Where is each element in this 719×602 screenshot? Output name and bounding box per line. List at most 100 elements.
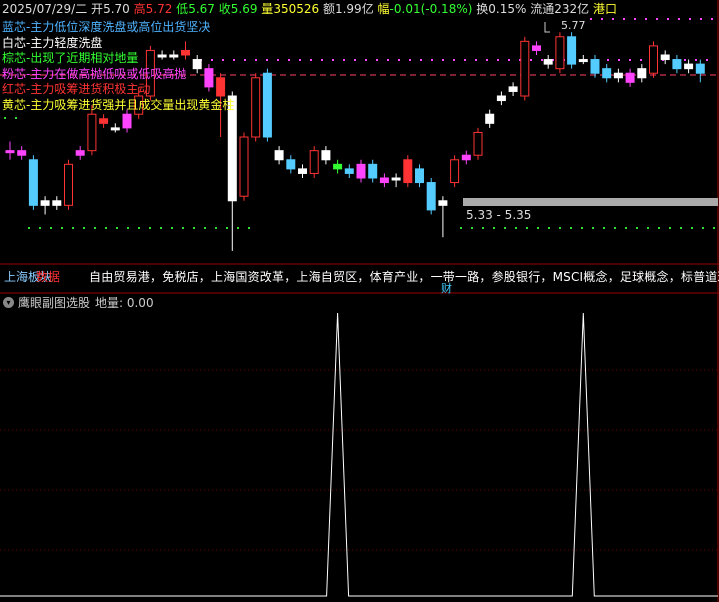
float-label: 流通	[530, 2, 555, 16]
signal-dot	[607, 59, 609, 61]
candle	[684, 59, 694, 74]
signal-dot	[706, 59, 708, 61]
candle-body	[110, 127, 120, 131]
candle	[251, 73, 261, 142]
candle	[40, 196, 50, 215]
signal-dot	[15, 117, 17, 119]
signal-dot	[486, 59, 488, 61]
signal-dot	[634, 18, 636, 20]
signal-dot	[667, 18, 669, 20]
candle	[613, 68, 623, 83]
signal-dot	[592, 227, 594, 229]
candle-body	[660, 54, 670, 61]
candle-body	[344, 168, 354, 174]
subchart-value: 地量: 0.00	[95, 296, 154, 310]
candle-body	[64, 163, 73, 206]
signal-dot	[237, 227, 239, 229]
candle-body	[578, 59, 588, 63]
quote-header: 2025/07/29/二 开5.70 高5.72 低5.67 收5.69 量35…	[2, 1, 617, 17]
candle	[438, 196, 448, 238]
candle	[567, 32, 577, 69]
signal-dot	[127, 227, 129, 229]
signal-dot	[702, 227, 704, 229]
candle-body	[473, 131, 483, 156]
signal-dot	[645, 18, 647, 20]
candle-body	[567, 36, 577, 65]
signal-dot	[288, 59, 290, 61]
signal-dot	[625, 227, 627, 229]
candle	[415, 164, 424, 188]
subchart-title[interactable]: 鹰眼副图选股	[18, 295, 90, 311]
candle-body	[239, 136, 249, 197]
candle-body	[450, 159, 460, 184]
signal-dot	[442, 59, 444, 61]
candle	[28, 155, 38, 210]
quote-date: 2025/07/29/二	[2, 2, 88, 16]
signal-dot	[629, 59, 631, 61]
candle-body	[391, 177, 401, 181]
signal-dot	[689, 18, 691, 20]
indicator-legend: 蓝芯-主力低位深度洗盘或高位出货坚决 白芯-主力轻度洗盘 棕芯-出现了近期相对地…	[2, 20, 234, 113]
candle-body	[333, 163, 343, 170]
candle	[602, 64, 612, 83]
amount-label: 额	[322, 2, 335, 16]
signal-dot	[559, 227, 561, 229]
candle	[555, 32, 565, 74]
candle	[64, 159, 73, 210]
signal-dot	[83, 227, 85, 229]
signal-dot	[695, 59, 697, 61]
candle-body	[415, 168, 424, 184]
candle-body	[87, 113, 97, 152]
concept-tail: 财	[441, 282, 452, 295]
subchart-header: ▾ 鹰眼副图选股 地量: 0.00	[0, 295, 719, 311]
signal-dot	[530, 59, 532, 61]
candle-body	[590, 59, 600, 74]
concept-list[interactable]: 自由贸易港，免税店，上海国资改革，上海自贸区，体育产业，一带一路，参股银行，MS…	[89, 268, 719, 285]
candle-body	[274, 150, 284, 161]
candle-body	[286, 159, 296, 170]
sector-tag: 数据	[36, 270, 61, 284]
high-value: 5.72	[145, 2, 173, 16]
signal-dot	[277, 59, 279, 61]
signal-dot	[28, 227, 30, 229]
chevron-down-icon[interactable]: ▾	[3, 297, 14, 308]
signal-dot	[711, 18, 713, 20]
signal-dot	[700, 18, 702, 20]
signal-dot	[332, 59, 334, 61]
concept-bar: 上海板块 数据 自由贸易港，免税店，上海国资改革，上海自贸区，体育产业，一带一路…	[0, 265, 719, 295]
candle	[473, 127, 483, 160]
signal-dot	[453, 59, 455, 61]
candle	[660, 50, 670, 65]
signal-dot	[471, 227, 473, 229]
signal-dot	[482, 227, 484, 229]
close-label: 收	[218, 2, 231, 16]
signal-dot	[365, 59, 367, 61]
signal-dot	[508, 59, 510, 61]
candle-body	[122, 113, 132, 129]
candle-body	[485, 113, 495, 124]
signal-dot	[226, 227, 228, 229]
signal-dot	[299, 59, 301, 61]
high-marker-leader	[544, 22, 550, 33]
candle-body	[613, 72, 623, 79]
signal-dot	[431, 59, 433, 61]
signal-dot	[39, 227, 41, 229]
candle-body	[672, 59, 682, 70]
high-label: 高	[133, 2, 146, 16]
legend-brown: 棕芯-出现了近期相对地量	[2, 51, 139, 65]
stock-name[interactable]: 港口	[593, 2, 617, 16]
signal-dot	[658, 227, 660, 229]
signal-dot	[504, 227, 506, 229]
signal-dot	[570, 227, 572, 229]
open-label: 开	[91, 2, 104, 16]
candle	[590, 55, 600, 78]
candle-body	[684, 63, 694, 70]
candle-body	[379, 177, 389, 184]
low-value: 5.67	[188, 2, 215, 16]
signal-dot	[460, 227, 462, 229]
candle-body	[5, 150, 15, 154]
signal-dot	[266, 59, 268, 61]
open-value: 5.70	[103, 2, 130, 16]
signal-dot	[618, 59, 620, 61]
candle-body	[40, 200, 50, 206]
